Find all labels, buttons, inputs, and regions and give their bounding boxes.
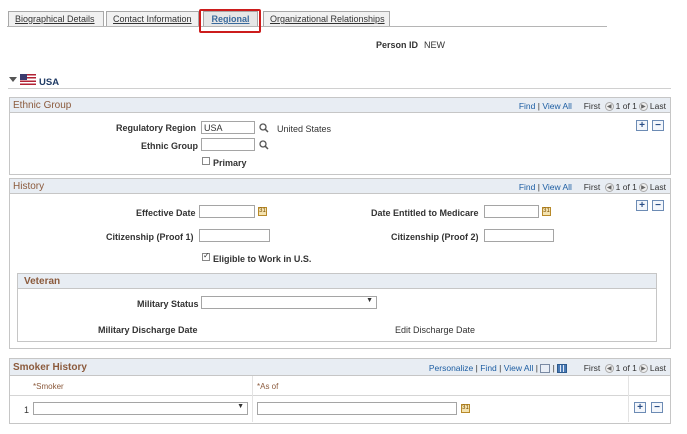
person-id-value: NEW [424,40,445,50]
veteran-title: Veteran [24,276,61,287]
history-view-all-link[interactable]: View All [542,182,572,192]
smoker-next-icon[interactable]: ▶ [638,364,648,374]
ethnic-group-title: Ethnic Group [13,100,72,111]
ethnic-find-link[interactable]: Find [519,101,536,111]
as-of-date-input[interactable] [257,402,457,415]
edit-discharge-date-label: Edit Discharge Date [395,325,476,335]
collapse-arrow-icon[interactable] [9,77,17,82]
ethnic-prev-icon[interactable]: ◀ [604,102,614,112]
ethnic-next-icon[interactable]: ▶ [638,102,648,112]
ethnic-add-row-button[interactable]: + [636,120,648,131]
smoker-personalize-link[interactable]: Personalize [429,363,473,373]
country-divider [8,88,671,89]
ethnic-group-box: Ethnic Group Find | View All First ◀ 1 of… [9,97,671,175]
tab-highlight-box [199,9,261,33]
as-of-calendar-icon[interactable]: 31 [461,404,470,413]
history-count: 1 of 1 [615,182,637,192]
country-label: USA [39,77,60,88]
ethnic-group-nav: Find | View All First ◀ 1 of 1 ▶ Last [518,101,666,112]
effective-date-input[interactable] [199,205,255,218]
smoker-first-label: First [583,363,601,373]
primary-checkbox[interactable] [202,157,210,165]
as-of-column-header: *As of [257,382,279,391]
smoker-column-divider [252,376,253,422]
smoker-select[interactable]: ▼ [33,402,248,415]
ethnic-last-label: Last [649,101,666,111]
smoker-prev-icon[interactable]: ◀ [604,364,614,374]
medicare-date-label: Date Entitled to Medicare [371,208,479,218]
history-title: History [13,181,45,192]
citizenship-proof1-label: Citizenship (Proof 1) [106,232,194,242]
smoker-history-header: Smoker History Personalize | Find | View… [10,359,670,376]
ethnic-group-label: Ethnic Group [141,141,198,151]
smoker-history-nav: Personalize | Find | View All | | First … [428,363,666,374]
ethnic-first-label: First [583,101,601,111]
history-prev-icon[interactable]: ◀ [604,183,614,193]
veteran-header: Veteran [18,274,656,289]
ethnic-group-search-icon[interactable] [259,140,269,150]
eligible-to-work-checkbox[interactable] [202,251,210,261]
asof-column-divider [628,376,629,422]
ethnic-delete-row-button[interactable]: − [652,120,664,131]
tab-underline [7,26,607,27]
regulatory-region-input[interactable]: USA [201,121,255,134]
history-nav: Find | View All First ◀ 1 of 1 ▶ Last [518,182,666,193]
regulatory-region-desc: United States [277,124,332,134]
regulatory-region-search-icon[interactable] [259,123,269,133]
citizenship-proof2-input[interactable] [484,229,554,242]
smoker-find-link[interactable]: Find [480,363,497,373]
citizenship-proof2-label: Citizenship (Proof 2) [391,232,479,242]
smoker-count: 1 of 1 [615,363,637,373]
history-add-row-button[interactable]: + [636,200,648,211]
smoker-last-label: Last [649,363,666,373]
history-first-label: First [583,182,601,192]
smoker-row-number: 1 [24,405,30,415]
effective-date-label: Effective Date [136,208,196,218]
history-delete-row-button[interactable]: − [652,200,664,211]
download-grid-icon[interactable] [557,364,568,374]
person-id-label: Person ID [376,40,419,50]
ethnic-group-input[interactable] [201,138,255,151]
zoom-icon[interactable] [540,364,551,374]
military-discharge-date-label: Military Discharge Date [98,325,198,335]
history-header: History Find | View All First ◀ 1 of 1 ▶ La… [10,179,670,194]
smoker-add-row-button[interactable]: + [634,402,646,413]
chevron-down-icon: ▼ [366,297,373,304]
military-status-label: Military Status [137,299,199,309]
citizenship-proof1-input[interactable] [199,229,270,242]
us-flag-icon [20,74,36,85]
smoker-view-all-link[interactable]: View All [504,363,534,373]
ethnic-view-all-link[interactable]: View All [542,101,572,111]
chevron-down-icon: ▼ [237,403,244,410]
smoker-delete-row-button[interactable]: − [651,402,663,413]
history-last-label: Last [649,182,666,192]
medicare-date-input[interactable] [484,205,539,218]
ethnic-group-header: Ethnic Group Find | View All First ◀ 1 of… [10,98,670,113]
tab-organizational-relationships[interactable]: Organizational Relationships [263,11,390,27]
primary-label: Primary [213,158,247,168]
military-status-select[interactable]: ▼ [201,296,377,309]
history-find-link[interactable]: Find [519,182,536,192]
medicare-calendar-icon[interactable]: 31 [542,207,551,216]
smoker-column-header: *Smoker [33,382,64,391]
history-next-icon[interactable]: ▶ [638,183,648,193]
tab-biographical-details[interactable]: Biographical Details [8,11,104,27]
eligible-to-work-label: Eligible to Work in U.S. [213,254,312,264]
tab-contact-information[interactable]: Contact Information [106,11,199,27]
regulatory-region-label: Regulatory Region [116,123,197,133]
smoker-grid-header-row [10,376,670,396]
effective-date-calendar-icon[interactable]: 31 [258,207,267,216]
smoker-history-title: Smoker History [13,362,87,373]
ethnic-count: 1 of 1 [615,101,637,111]
